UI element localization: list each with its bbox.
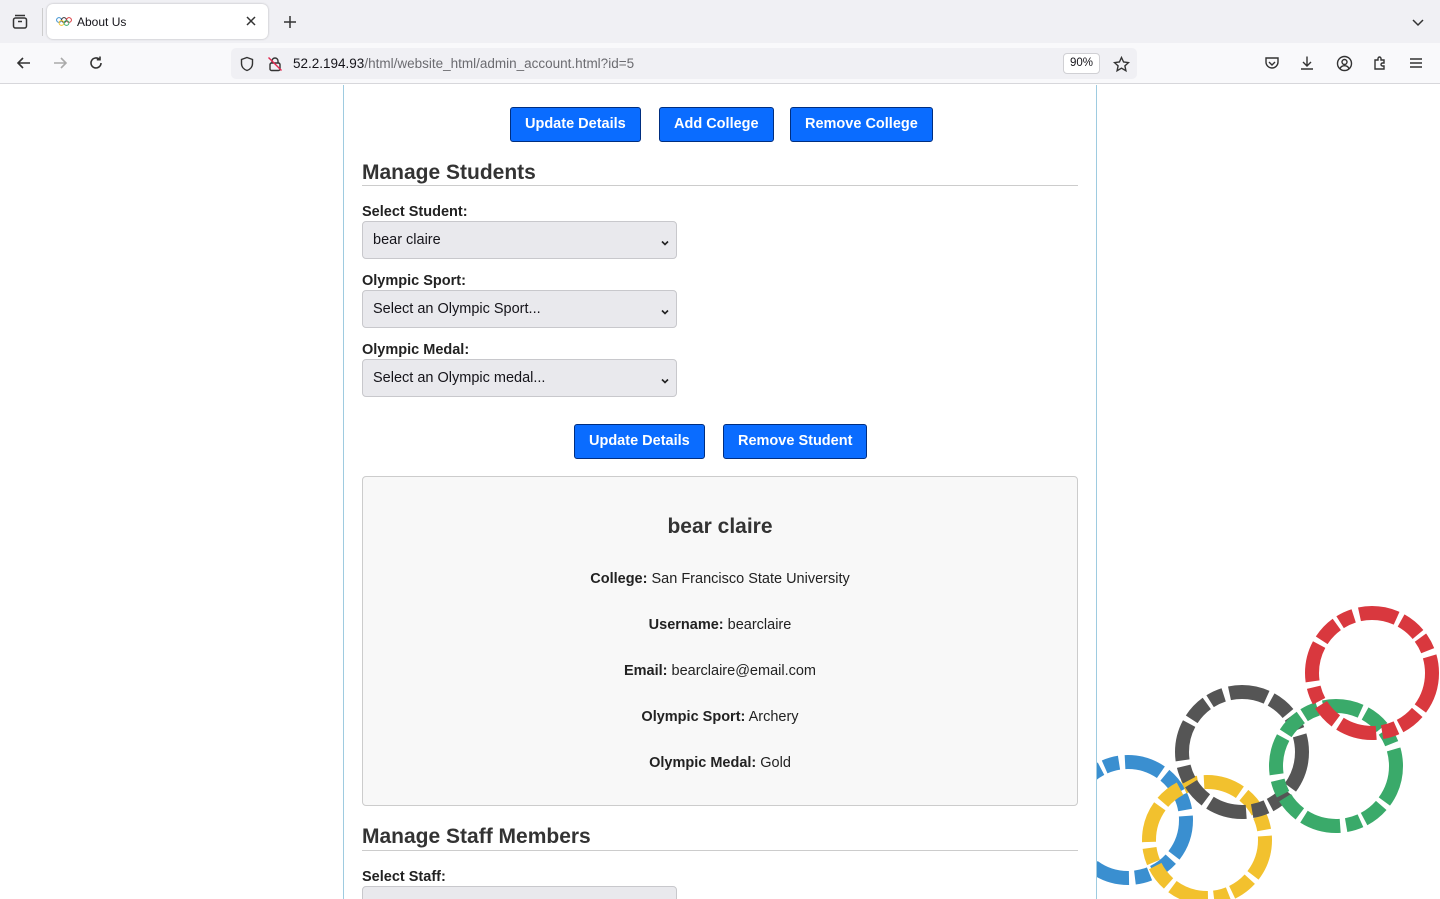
manage-students-heading: Manage Students: [362, 161, 536, 184]
medal-value: Gold: [760, 755, 791, 771]
url-path: /html/website_html/admin_account.html?id…: [364, 56, 635, 71]
olympic-favicon: [56, 15, 72, 33]
college-label: College:: [590, 571, 648, 587]
blue-ring: [1095, 755, 1193, 885]
tab-title: About Us: [77, 15, 127, 29]
address-bar[interactable]: 52.2.194.93/html/website_html/admin_acco…: [231, 48, 1137, 79]
shield-icon[interactable]: [238, 55, 256, 73]
student-username-row: Username: bearclaire: [363, 617, 1077, 633]
extensions-icon[interactable]: [1369, 52, 1391, 74]
olympic-sport-dropdown[interactable]: Select an Olympic Sport...: [362, 290, 677, 328]
sport-label: Olympic Sport:: [641, 709, 746, 725]
chevron-down-icon: [660, 373, 670, 384]
remove-student-button[interactable]: Remove Student: [723, 424, 868, 459]
olympic-rings-decoration: [1095, 606, 1439, 899]
zoom-level-badge[interactable]: 90%: [1063, 53, 1101, 74]
student-info-card: bear claire College: San Francisco State…: [362, 476, 1078, 806]
yellow-ring: [1142, 775, 1272, 899]
chevron-down-icon: [660, 304, 670, 315]
account-icon[interactable]: [1333, 52, 1355, 74]
chevron-down-icon[interactable]: [1406, 10, 1430, 34]
plus-icon[interactable]: [278, 10, 302, 34]
add-college-button[interactable]: Add College: [659, 107, 774, 142]
url-host: 52.2.194.93: [293, 56, 365, 71]
navigation-toolbar: 52.2.194.93/html/website_html/admin_acco…: [0, 43, 1440, 84]
download-icon[interactable]: [1296, 52, 1318, 74]
student-medal-row: Olympic Medal: Gold: [363, 755, 1077, 771]
insecure-lock-icon[interactable]: [266, 55, 284, 73]
olympic-medal-dropdown[interactable]: Select an Olympic medal...: [362, 359, 677, 397]
admin-content-column: Update Details Add College Remove Colleg…: [343, 85, 1097, 899]
sport-value: Archery: [748, 709, 799, 725]
select-staff-label: Select Staff:: [362, 869, 446, 885]
forward-icon[interactable]: [48, 51, 72, 75]
email-label: Email:: [623, 663, 668, 679]
username-value: bearclaire: [727, 617, 792, 633]
olympic-sport-label: Olympic Sport:: [362, 273, 466, 289]
tab-list-icon[interactable]: [9, 11, 31, 33]
update-student-details-button[interactable]: Update Details: [574, 424, 705, 459]
pocket-icon[interactable]: [1261, 52, 1283, 74]
remove-college-button[interactable]: Remove College: [790, 107, 933, 142]
olympic-medal-value: Select an Olympic medal...: [373, 370, 546, 386]
tab-bar: About Us: [0, 0, 1440, 43]
select-student-dropdown[interactable]: bear claire: [362, 221, 677, 259]
olympic-medal-label: Olympic Medal:: [362, 342, 470, 358]
close-icon[interactable]: [242, 12, 260, 30]
email-value: bearclaire@email.com: [671, 663, 816, 679]
menu-icon[interactable]: [1405, 52, 1427, 74]
olympic-sport-value: Select an Olympic Sport...: [373, 301, 541, 317]
college-value: San Francisco State University: [651, 571, 850, 587]
student-email-row: Email: bearclaire@email.com: [363, 663, 1077, 679]
star-icon[interactable]: [1111, 54, 1131, 74]
student-college-row: College: San Francisco State University: [363, 571, 1077, 587]
student-sport-row: Olympic Sport: Archery: [363, 709, 1077, 725]
section-divider: [362, 850, 1078, 851]
student-name: bear claire: [667, 515, 773, 538]
tab-separator: [42, 8, 43, 36]
username-label: Username:: [648, 617, 724, 633]
back-icon[interactable]: [12, 51, 36, 75]
url-text[interactable]: 52.2.194.93/html/website_html/admin_acco…: [293, 56, 634, 71]
select-student-value: bear claire: [373, 232, 441, 248]
page-viewport: Update Details Add College Remove Colleg…: [0, 85, 1440, 899]
update-college-details-button[interactable]: Update Details: [510, 107, 641, 142]
medal-label: Olympic Medal:: [649, 755, 757, 771]
chevron-down-icon: [660, 235, 670, 246]
select-staff-dropdown[interactable]: [362, 886, 677, 899]
section-divider: [362, 185, 1078, 186]
select-student-label: Select Student:: [362, 204, 468, 220]
reload-icon[interactable]: [84, 51, 108, 75]
active-tab[interactable]: About Us: [47, 4, 268, 39]
manage-staff-heading: Manage Staff Members: [362, 825, 591, 848]
